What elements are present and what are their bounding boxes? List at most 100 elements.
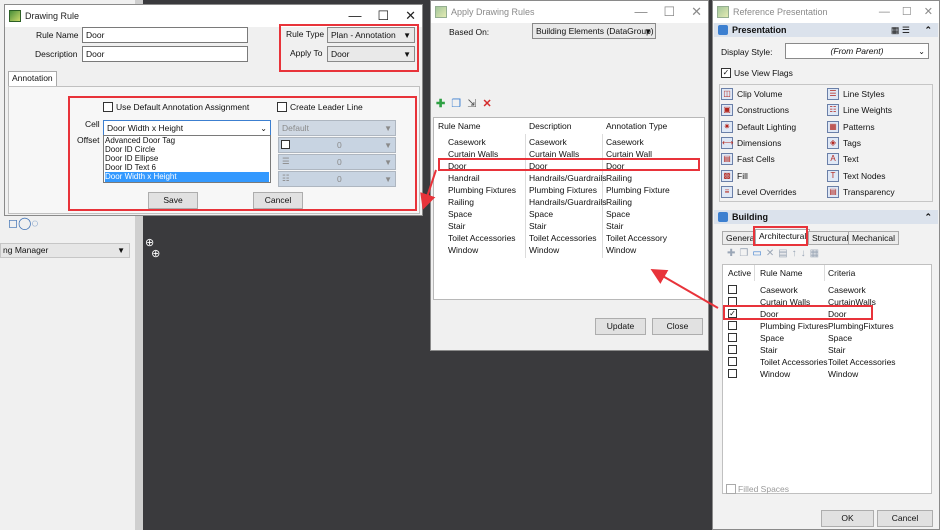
copy-icon[interactable]: ❐ (451, 98, 461, 110)
active-checkbox[interactable]: ✓ (728, 309, 737, 318)
view-flag-item[interactable]: ▦ Patterns (827, 120, 875, 133)
view-flag-item[interactable]: ☷ Line Weights (827, 104, 892, 117)
tab-annotation[interactable]: Annotation (8, 71, 57, 87)
active-checkbox[interactable] (728, 357, 737, 366)
table-row[interactable]: Railing Handrails/Guardrails Railing (434, 196, 704, 208)
edit-icon[interactable]: ▭ (752, 248, 765, 259)
view-flag-item[interactable]: ⟷ Dimensions (721, 136, 781, 149)
cell-option[interactable]: Door ID Circle (105, 145, 269, 154)
minimize-icon[interactable]: — (879, 4, 890, 20)
view-flag-item[interactable]: ▩ Fill (721, 169, 748, 182)
table-row[interactable]: Casework Casework Casework (434, 136, 704, 148)
cancel-button[interactable]: Cancel (253, 192, 303, 209)
cell-rule: Railing (448, 197, 474, 207)
table-row[interactable]: Handrail Handrails/Guardrails Railing (434, 172, 704, 184)
table-row[interactable]: Plumbing Fixtures Plumbing Fixtures Plumbi… (434, 184, 704, 196)
minimize-icon[interactable]: — (634, 4, 647, 20)
view-flag-item[interactable]: ▤ Fast Cells (721, 153, 775, 166)
chevron-down-icon[interactable]: ▼ (117, 244, 125, 257)
maximize-icon[interactable]: ☐ (902, 4, 912, 20)
cancel-button[interactable]: Cancel (877, 510, 933, 527)
display-style-dropdown[interactable]: (From Parent) ⌄ (785, 43, 929, 59)
collapse-icon[interactable]: ⌃ (924, 210, 932, 224)
add-icon[interactable]: ✚ (436, 98, 445, 110)
close-icon[interactable]: ✕ (924, 4, 933, 20)
close-icon[interactable]: ✕ (691, 4, 702, 20)
table-row[interactable]: Space Space Space (434, 208, 704, 220)
delete-icon[interactable]: ✕ (483, 98, 492, 110)
table-row[interactable]: Door Door Door (434, 160, 704, 172)
add-icon[interactable]: ✚ (727, 248, 739, 259)
view-flag-item[interactable]: ▤ Transparency (827, 185, 895, 198)
view-flag-label: Transparency (843, 186, 895, 197)
table-row[interactable]: Curtain Walls CurtainWalls (723, 296, 931, 308)
view-flag-item[interactable]: ▣ Constructions (721, 104, 789, 117)
delete-icon[interactable]: ✕ (766, 248, 778, 259)
view-flag-item[interactable]: ◫ Clip Volume (721, 88, 782, 100)
view-flag-item[interactable]: ◈ Tags (827, 136, 861, 149)
active-checkbox[interactable] (728, 369, 737, 378)
based-on-dropdown[interactable]: Building Elements (DataGroup) ▼ (532, 23, 656, 39)
create-leader-checkbox[interactable] (277, 102, 287, 112)
save-button[interactable]: Save (148, 192, 198, 209)
collapse-icon[interactable]: ⌃ (924, 23, 932, 37)
use-default-checkbox[interactable] (103, 102, 113, 112)
manager-header[interactable]: ng Manager ▼ (0, 243, 130, 258)
close-icon[interactable]: ✕ (405, 8, 416, 24)
table-row[interactable]: Window Window Window (434, 244, 704, 256)
tab-structural[interactable]: Structural (808, 231, 853, 245)
list-icon[interactable]: ▤ (778, 248, 791, 259)
table-row[interactable]: Casework Casework (723, 284, 931, 296)
table-row[interactable]: Stair Stair (723, 344, 931, 356)
view-flag-label: Text Nodes (843, 170, 886, 181)
description-input[interactable]: Door (82, 46, 248, 62)
view-flag-item[interactable]: ☰ Line Styles (827, 88, 885, 100)
close-button[interactable]: Close (652, 318, 703, 335)
cell-dropdown[interactable]: Door Width x Height ⌄ (103, 120, 271, 136)
move-up-icon[interactable]: ↑ (792, 248, 801, 259)
table-icon[interactable]: ▦ (810, 248, 823, 259)
filled-spaces-checkbox (726, 484, 736, 494)
active-checkbox[interactable] (728, 333, 737, 342)
import-icon[interactable]: ⇲ (467, 98, 476, 110)
active-checkbox[interactable] (728, 321, 737, 330)
cell-desc: Stair (529, 221, 547, 231)
use-view-flags-label: Use View Flags (734, 68, 793, 78)
view-flag-icon: ✷ (721, 120, 733, 133)
cell-option[interactable]: Advanced Door Tag (105, 136, 269, 145)
tab-mechanical[interactable]: Mechanical (848, 231, 899, 245)
table-row[interactable]: ✓ Door Door (723, 308, 931, 320)
tab-architectural[interactable]: Architectural (755, 229, 811, 245)
rule-name-input[interactable]: Door (82, 27, 248, 43)
use-view-flags-checkbox[interactable]: ✓ (721, 68, 731, 78)
update-button[interactable]: Update (595, 318, 646, 335)
view-flag-item[interactable]: ✷ Default Lighting (721, 120, 796, 133)
active-checkbox[interactable] (728, 345, 737, 354)
view-flag-item[interactable]: ≡ Level Overrides (721, 185, 797, 198)
table-row[interactable]: Curtain Walls Curtain Walls Curtain Wall (434, 148, 704, 160)
minimize-icon[interactable]: — (348, 8, 361, 24)
table-row[interactable]: Stair Stair Stair (434, 220, 704, 232)
copy-icon[interactable]: ❐ (739, 248, 752, 259)
view-flag-label: Clip Volume (737, 89, 783, 99)
table-row[interactable]: Toilet Accessories Toilet Accessories (723, 356, 931, 368)
table-row[interactable]: Window Window (723, 368, 931, 380)
table-row[interactable]: Space Space (723, 332, 931, 344)
cell-option-selected[interactable]: Door Width x Height (105, 172, 269, 182)
cell-option[interactable]: Door ID Text 6 (105, 163, 269, 172)
view-flag-item[interactable]: T Text Nodes (827, 169, 886, 182)
apply-to-dropdown[interactable]: Door ▼ (327, 46, 415, 62)
table-row[interactable]: Toilet Accessories Toilet Accessories Toil… (434, 232, 704, 244)
col-annotation-type: Annotation Type (606, 121, 668, 131)
ok-button[interactable]: OK (821, 510, 874, 527)
cell-option[interactable]: Door ID Ellipse (105, 154, 269, 163)
maximize-icon[interactable]: ☐ (663, 4, 675, 20)
active-checkbox[interactable] (728, 297, 737, 306)
view-flag-item[interactable]: A Text (827, 153, 859, 166)
move-down-icon[interactable]: ↓ (801, 248, 810, 259)
table-row[interactable]: Plumbing Fixtures PlumbingFixtures (723, 320, 931, 332)
active-checkbox[interactable] (728, 285, 737, 294)
maximize-icon[interactable]: ☐ (377, 8, 389, 24)
grid-view-icon[interactable]: ▦ ☰ (891, 23, 910, 37)
rule-type-dropdown[interactable]: Plan - Annotation ▼ (327, 27, 415, 43)
